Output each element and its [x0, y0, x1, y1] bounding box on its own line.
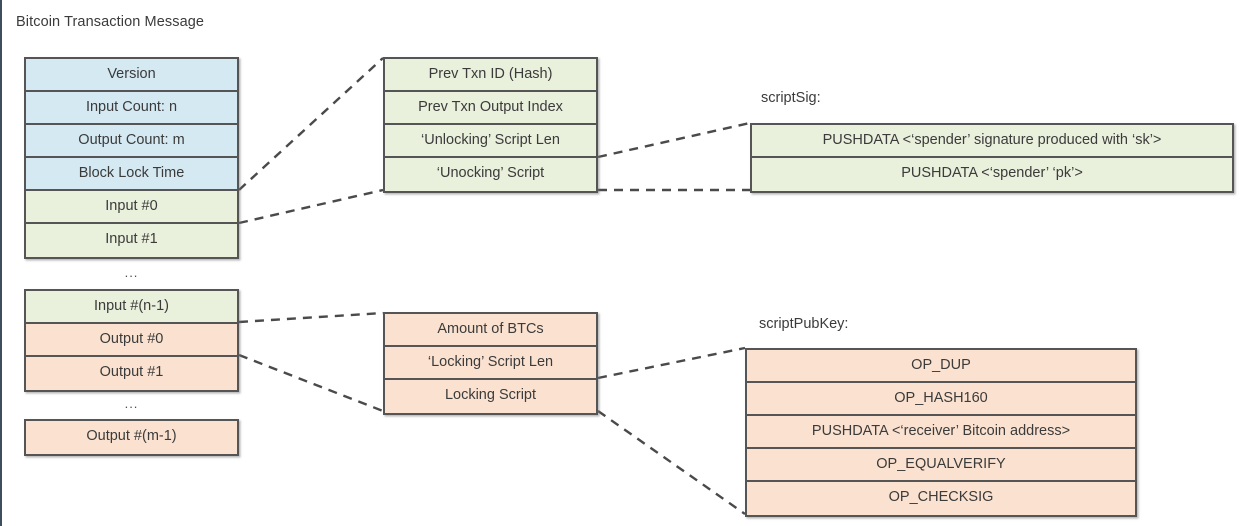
input-detail-row: Prev Txn Output Index	[385, 92, 596, 125]
script-pub-key-row: PUSHDATA <‘receiver’ Bitcoin address>	[747, 416, 1135, 449]
script-pub-key-row: OP_DUP	[747, 350, 1135, 383]
input-detail-stack: Prev Txn ID (Hash) Prev Txn Output Index ‘…	[383, 57, 598, 193]
diagram-canvas: Bitcoin Transaction Message Version Input…	[0, 0, 1240, 526]
output-detail-stack: Amount of BTCs ‘Locking’ Script Len Lockin…	[383, 312, 598, 415]
transaction-field-row: Output #(m-1)	[26, 421, 237, 454]
transaction-message-stack-2: Input #(n-1) Output #0 Output #1	[24, 289, 239, 392]
output0-to-output-detail-top	[238, 311, 384, 324]
ellipsis-outputs: ...	[124, 396, 139, 411]
output-detail-row: Amount of BTCs	[385, 314, 596, 347]
transaction-message-stack-3: Output #(m-1)	[24, 419, 239, 456]
input-detail-row: Prev Txn ID (Hash)	[385, 59, 596, 92]
transaction-field-row: Input Count: n	[26, 92, 237, 125]
page-title: Bitcoin Transaction Message	[16, 14, 205, 30]
locking-to-scriptpubkey-top	[597, 346, 746, 380]
script-sig-row: PUSHDATA <‘spender’ ‘pk’>	[752, 158, 1232, 191]
input-detail-row: ‘Unocking’ Script	[385, 158, 596, 191]
transaction-field-row: Output Count: m	[26, 125, 237, 158]
input-detail-row: ‘Unlocking’ Script Len	[385, 125, 596, 158]
ellipsis-inputs: ...	[124, 265, 139, 280]
transaction-field-row: Input #(n-1)	[26, 291, 237, 324]
output0-to-output-detail-bottom	[238, 353, 384, 413]
transaction-field-row: Input #0	[26, 191, 237, 224]
unlocking-to-scriptsig-top	[597, 121, 751, 159]
transaction-message-stack: Version Input Count: n Output Count: m Bloc…	[24, 57, 239, 259]
input0-to-input-detail-bottom	[238, 188, 384, 225]
transaction-field-row: Output #0	[26, 324, 237, 357]
script-sig-row: PUSHDATA <‘spender’ signature produced w…	[752, 125, 1232, 158]
script-pub-key-row: OP_HASH160	[747, 383, 1135, 416]
script-sig-stack: PUSHDATA <‘spender’ signature produced w…	[750, 123, 1234, 193]
script-pub-key-stack: OP_DUP OP_HASH160 PUSHDATA <‘receiver’ Bit…	[745, 348, 1137, 517]
locking-to-scriptpubkey-bottom	[597, 410, 746, 515]
output-detail-row: Locking Script	[385, 380, 596, 413]
script-pub-key-row: OP_EQUALVERIFY	[747, 449, 1135, 482]
output-detail-row: ‘Locking’ Script Len	[385, 347, 596, 380]
transaction-field-row: Version	[26, 59, 237, 92]
script-sig-label: scriptSig:	[761, 90, 821, 106]
script-pub-key-label: scriptPubKey:	[759, 316, 849, 332]
input0-to-input-detail-top	[238, 57, 384, 191]
transaction-field-row: Input #1	[26, 224, 237, 257]
transaction-field-row: Output #1	[26, 357, 237, 390]
script-pub-key-row: OP_CHECKSIG	[747, 482, 1135, 515]
transaction-field-row: Block Lock Time	[26, 158, 237, 191]
